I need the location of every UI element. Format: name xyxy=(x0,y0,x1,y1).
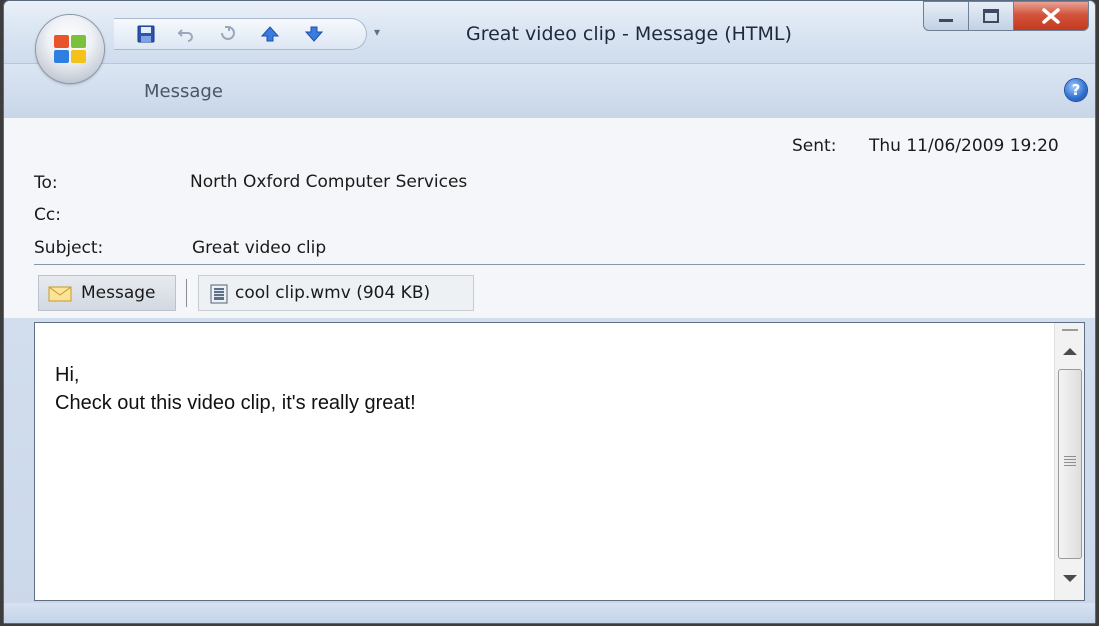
to-value[interactable]: North Oxford Computer Services xyxy=(190,172,467,192)
scrollbar-top-grip xyxy=(1062,329,1078,331)
maximize-icon xyxy=(983,9,999,23)
attachment-file[interactable]: cool clip.wmv (904 KB) xyxy=(198,275,474,311)
window-bottom-frame xyxy=(4,603,1095,623)
tab-message[interactable]: Message xyxy=(144,81,223,102)
message-header: Sent: Thu 11/06/2009 19:20 To: North Oxf… xyxy=(4,118,1095,318)
scroll-up-icon[interactable] xyxy=(1061,345,1079,357)
next-item-icon[interactable] xyxy=(304,24,324,44)
previous-item-icon[interactable] xyxy=(260,24,280,44)
vertical-scrollbar[interactable] xyxy=(1054,323,1084,600)
title-bar: ▾ Great video clip - Message (HTML) xyxy=(4,1,1095,63)
envelope-icon xyxy=(48,286,72,302)
attachment-file-label: cool clip.wmv (904 KB) xyxy=(235,283,431,303)
message-tab-label: Message xyxy=(81,283,156,303)
to-label: To: xyxy=(34,173,58,193)
customize-toolbar-icon[interactable]: ▾ xyxy=(374,25,380,39)
body-line-message: Check out this video clip, it's really g… xyxy=(55,392,416,414)
message-window: ▾ Great video clip - Message (HTML) Mess… xyxy=(3,0,1096,624)
scroll-down-icon[interactable] xyxy=(1061,573,1079,585)
close-button[interactable] xyxy=(1013,1,1089,31)
ribbon-bar: Message ? xyxy=(4,63,1095,119)
help-icon[interactable]: ? xyxy=(1065,79,1087,101)
video-file-icon xyxy=(210,284,228,304)
body-line-greeting: Hi, xyxy=(55,364,80,386)
message-body-text: Hi, Check out this video clip, it's real… xyxy=(55,361,416,417)
attachment-separator xyxy=(186,279,190,307)
cc-label: Cc: xyxy=(34,205,61,225)
sent-value: Thu 11/06/2009 19:20 xyxy=(869,136,1059,156)
close-icon xyxy=(1042,8,1060,24)
quick-access-toolbar xyxy=(114,18,367,50)
window-title: Great video clip - Message (HTML) xyxy=(466,23,792,45)
sent-label: Sent: xyxy=(792,136,837,156)
subject-value: Great video clip xyxy=(192,238,327,258)
minimize-button[interactable] xyxy=(923,1,969,31)
scrollbar-grip-icon xyxy=(1064,456,1076,466)
header-divider xyxy=(34,264,1085,265)
office-button[interactable] xyxy=(36,15,104,83)
maximize-button[interactable] xyxy=(968,1,1014,31)
subject-label: Subject: xyxy=(34,238,104,258)
minimize-icon xyxy=(939,19,953,22)
message-body[interactable]: Hi, Check out this video clip, it's real… xyxy=(34,322,1085,601)
message-tab-button[interactable]: Message xyxy=(38,275,176,311)
scrollbar-thumb[interactable] xyxy=(1058,369,1082,559)
redo-icon[interactable] xyxy=(218,24,238,44)
save-icon[interactable] xyxy=(136,24,156,44)
undo-icon[interactable] xyxy=(176,24,196,44)
office-logo-icon xyxy=(54,35,86,63)
